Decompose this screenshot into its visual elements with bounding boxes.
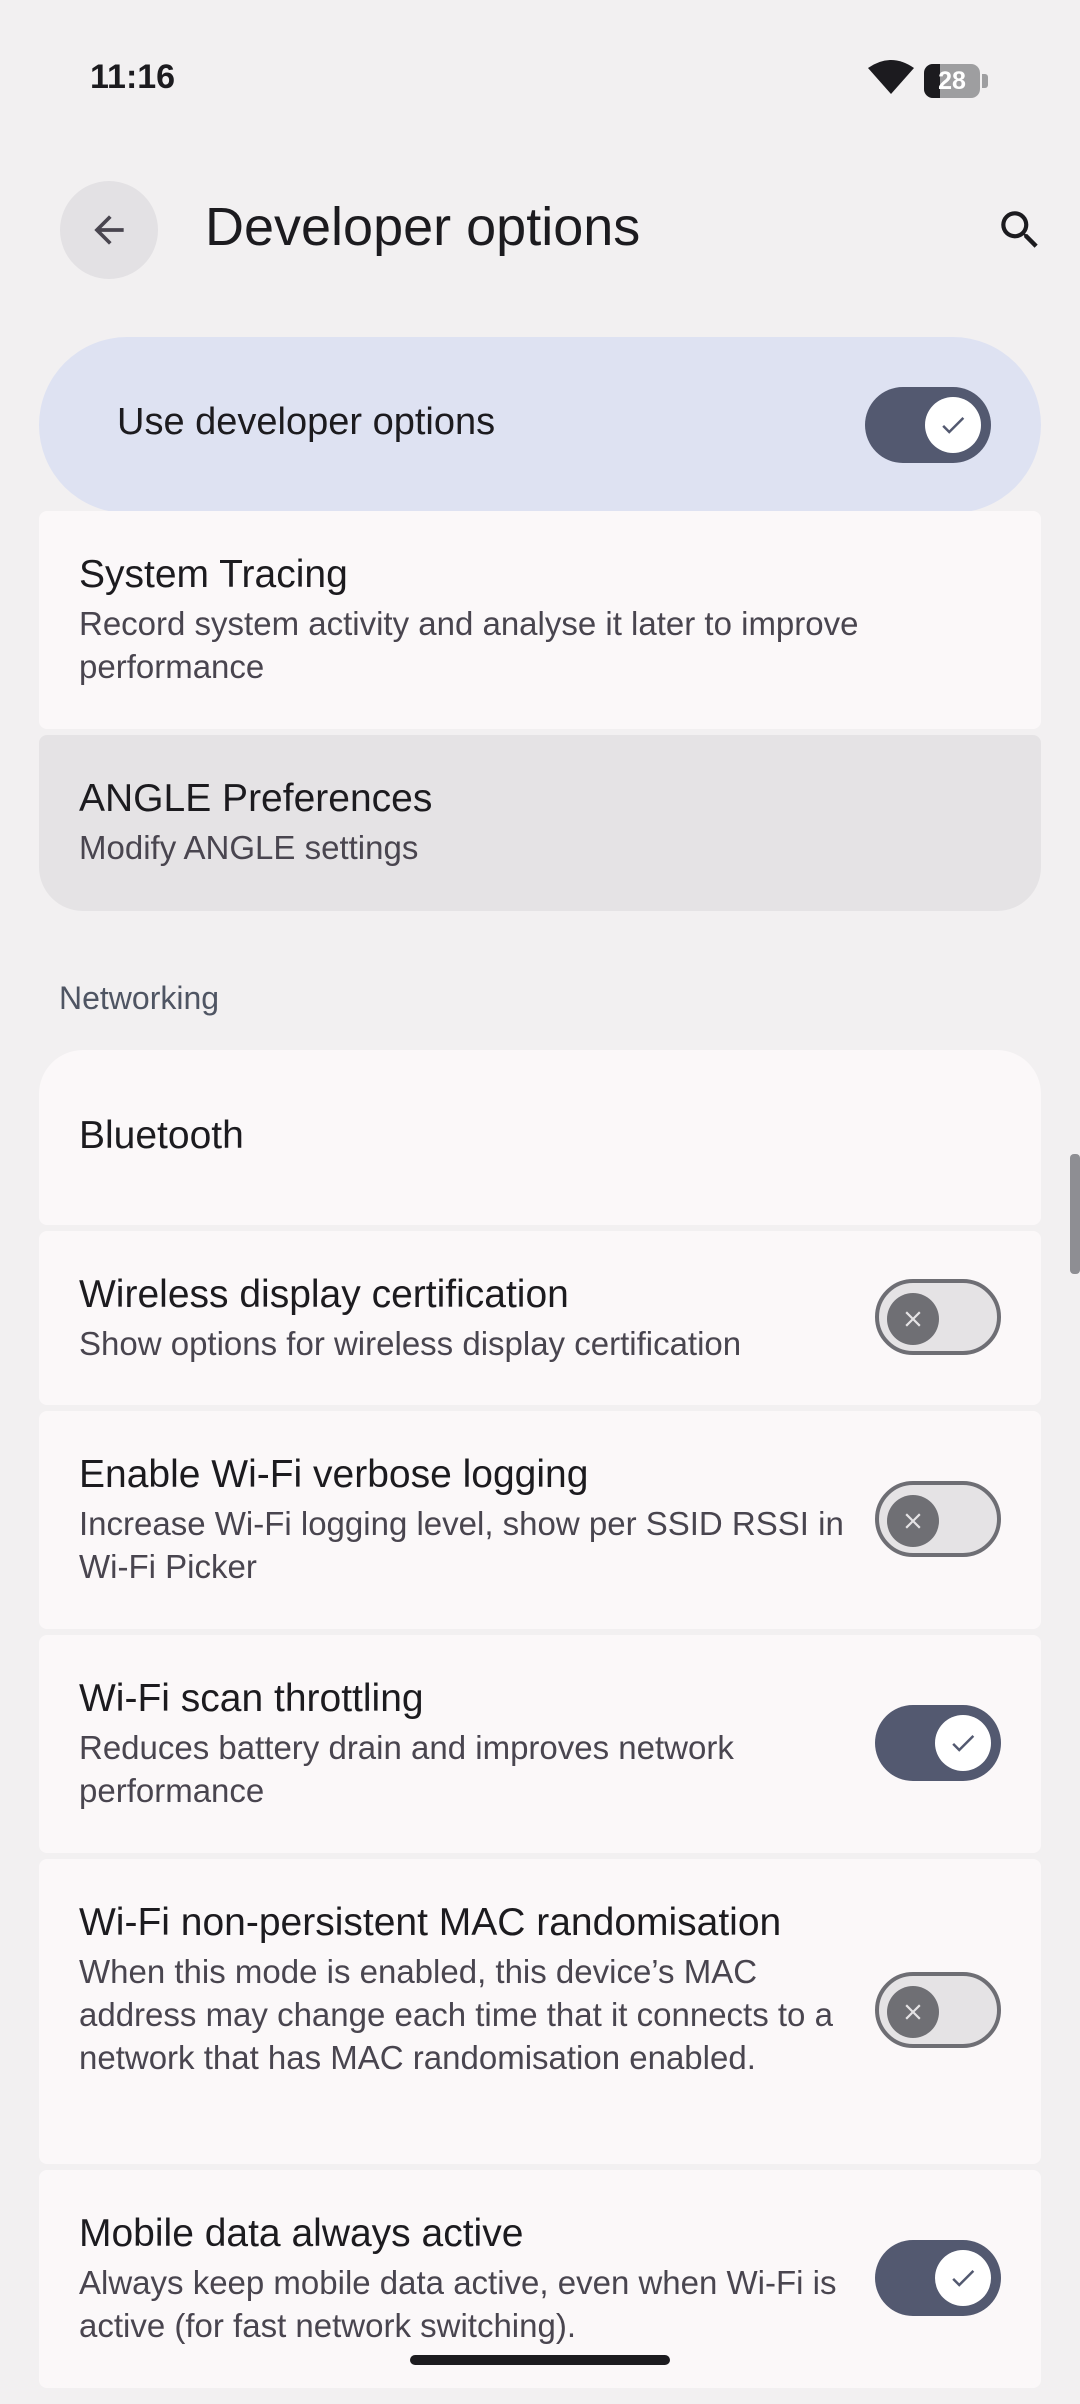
switch-thumb [887, 1495, 939, 1547]
gesture-nav-handle[interactable] [410, 2355, 670, 2365]
item-subtitle: Modify ANGLE settings [79, 829, 419, 866]
battery-icon: 28 [924, 64, 988, 98]
check-icon [952, 2269, 975, 2287]
system-tracing-item[interactable]: System Tracing Record system activity an… [39, 511, 1041, 729]
item-subtitle: When this mode is enabled, this device’s… [79, 1953, 833, 2076]
page-title: Developer options [205, 197, 641, 257]
item-subtitle: Reduces battery drain and improves netwo… [79, 1729, 734, 1809]
close-icon [905, 2004, 921, 2020]
back-button[interactable] [60, 181, 158, 279]
switch-thumb [925, 397, 981, 453]
wifi-scan-throttling-switch[interactable] [875, 1705, 1001, 1781]
item-subtitle: Increase Wi-Fi logging level, show per S… [79, 1505, 844, 1585]
item-subtitle: Show options for wireless display certif… [79, 1325, 742, 1362]
item-title: ANGLE Preferences [79, 777, 433, 820]
wireless-display-certification-item[interactable]: Wireless display certification Show opti… [39, 1231, 1041, 1405]
wireless-display-switch[interactable] [875, 1279, 1001, 1355]
wifi-mac-randomisation-switch[interactable] [875, 1972, 1001, 2048]
search-icon [1001, 211, 1038, 248]
switch-thumb [887, 1293, 939, 1345]
battery-level-text: 28 [938, 67, 966, 95]
wifi-mac-randomisation-item[interactable]: Wi-Fi non-persistent MAC randomisation W… [39, 1859, 1041, 2164]
item-title: Wi-Fi scan throttling [79, 1677, 424, 1720]
item-subtitle: Record system activity and analyse it la… [79, 605, 859, 685]
close-icon [905, 1311, 921, 1327]
item-title: Enable Wi-Fi verbose logging [79, 1453, 589, 1496]
scrollbar[interactable] [1070, 1154, 1080, 1274]
switch-thumb [935, 2250, 991, 2306]
item-title: Wi-Fi non-persistent MAC randomisation [79, 1901, 782, 1944]
switch-thumb [887, 1986, 939, 2038]
use-developer-options-label: Use developer options [117, 401, 496, 443]
master-switch[interactable] [865, 387, 991, 463]
back-arrow-icon [94, 215, 124, 245]
item-subtitle: Always keep mobile data active, even whe… [79, 2264, 837, 2344]
section-title-networking: Networking [59, 980, 220, 1016]
bluetooth-item[interactable]: Bluetooth [39, 1050, 1041, 1225]
close-icon [905, 1513, 921, 1529]
search-button[interactable] [990, 200, 1050, 260]
switch-thumb [935, 1715, 991, 1771]
wifi-scan-throttling-item[interactable]: Wi-Fi scan throttling Reduces battery dr… [39, 1635, 1041, 1853]
check-icon [952, 1734, 975, 1752]
use-developer-options-toggle[interactable]: Use developer options [39, 337, 1041, 513]
angle-preferences-item[interactable]: ANGLE Preferences Modify ANGLE settings [39, 735, 1041, 911]
item-title: System Tracing [79, 553, 348, 596]
wifi-icon [868, 60, 914, 94]
item-title: Mobile data always active [79, 2212, 524, 2255]
wifi-verbose-logging-switch[interactable] [875, 1481, 1001, 1557]
status-time: 11:16 [90, 58, 176, 96]
mobile-data-always-active-switch[interactable] [875, 2240, 1001, 2316]
check-icon [942, 416, 965, 434]
item-title: Wireless display certification [79, 1273, 569, 1316]
item-title: Bluetooth [79, 1114, 244, 1157]
wifi-verbose-logging-item[interactable]: Enable Wi-Fi verbose logging Increase Wi… [39, 1411, 1041, 1629]
